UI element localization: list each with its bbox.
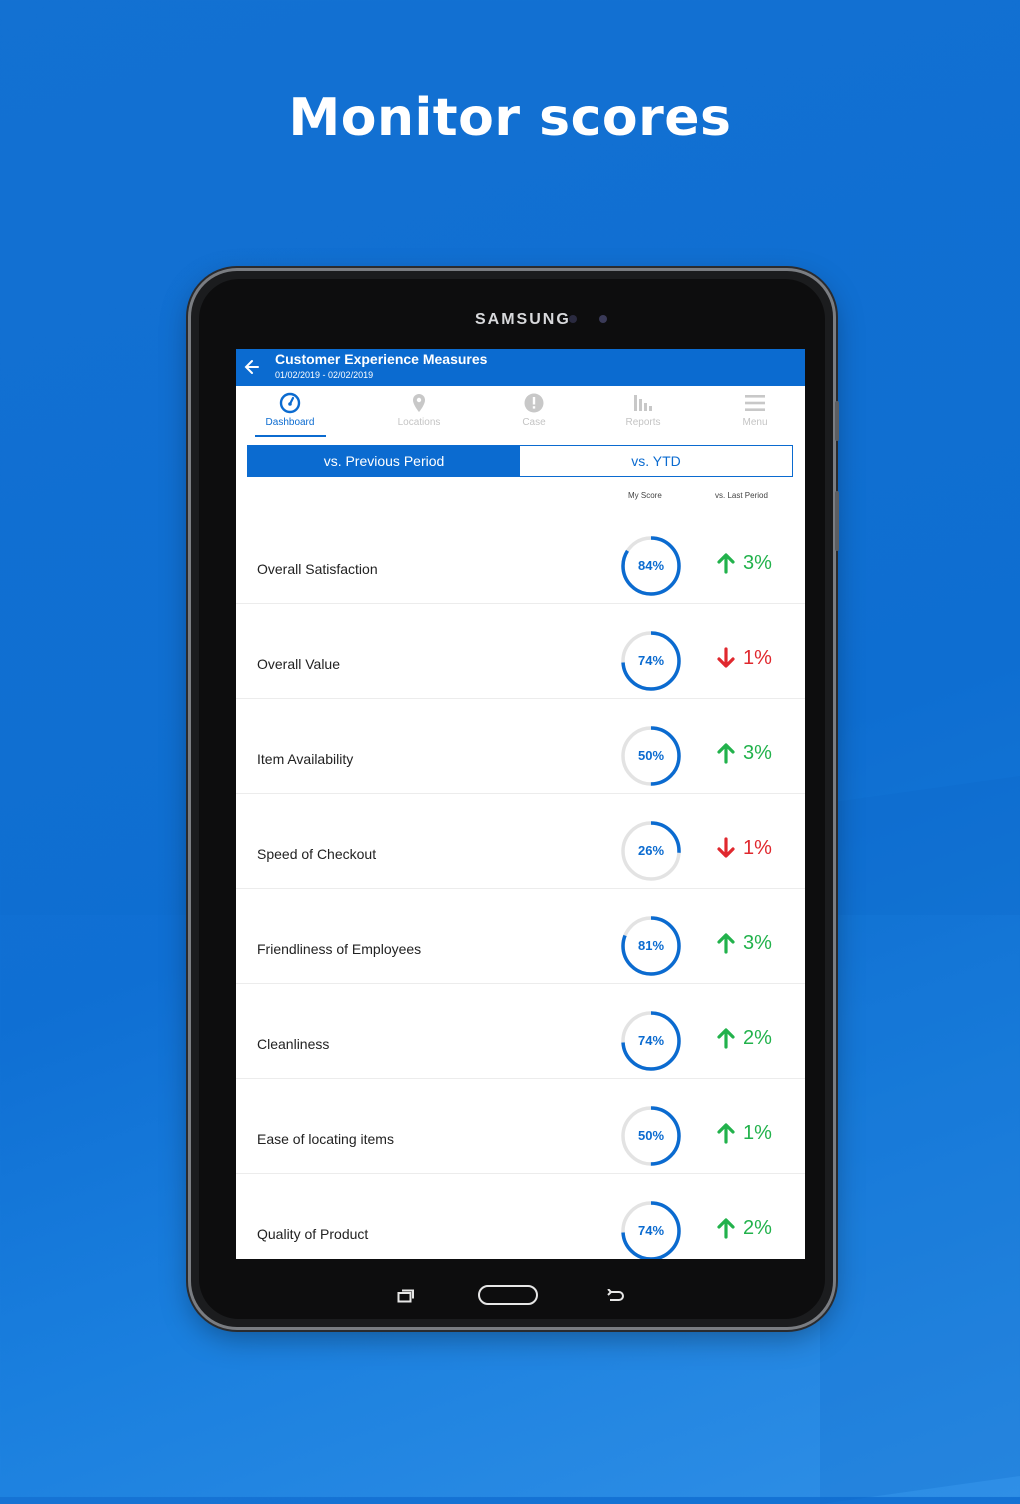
score-value: 81% [637,938,665,953]
measure-row[interactable]: Friendliness of Employees 81% 3% [236,889,805,984]
measure-label: Cleanliness [257,1036,330,1052]
measure-row[interactable]: Item Availability 50% 3% [236,699,805,794]
tab-dashboard[interactable]: Dashboard [245,392,335,428]
measure-label: Quality of Product [257,1226,369,1242]
recent-apps-icon[interactable] [397,1289,415,1303]
change-indicator: 1% [717,836,772,860]
score-value: 84% [637,558,665,573]
change-value: 1% [743,1121,772,1144]
hamburger-icon [745,395,765,411]
measure-label: Ease of locating items [257,1131,394,1147]
measure-row[interactable]: Ease of locating items 50% 1% [236,1079,805,1174]
measure-row[interactable]: Overall Value 74% 1% [236,604,805,699]
toggle-previous-period[interactable]: vs. Previous Period [248,446,520,476]
measure-label: Overall Satisfaction [257,561,378,577]
change-value: 1% [743,836,772,859]
change-indicator: 2% [717,1216,772,1240]
score-value: 74% [637,1033,665,1048]
measure-row[interactable]: Overall Satisfaction 84% 3% [236,509,805,604]
bar-chart-icon [634,395,652,411]
arrow-up-icon [717,1028,735,1049]
promo-headline: Monitor scores [288,88,732,148]
tab-label: Case [522,417,546,428]
measures-list: Overall Satisfaction 84% 3% Overall Value 74… [236,509,805,1259]
change-indicator: 1% [717,1121,772,1145]
arrow-up-icon [717,933,735,954]
arrow-up-icon [717,743,735,764]
front-camera-icon [599,315,607,323]
change-value: 2% [743,1026,772,1049]
back-arrow-icon[interactable] [242,357,262,377]
tab-label: Menu [742,417,768,428]
change-value: 1% [743,646,772,669]
measure-row[interactable]: Quality of Product 74% 2% [236,1174,805,1259]
location-pin-icon [413,394,425,412]
score-value: 74% [637,1223,665,1238]
date-range: 01/02/2019 - 02/02/2019 [275,370,374,380]
measure-label: Friendliness of Employees [257,941,422,957]
tab-label: Dashboard [265,417,315,428]
arrow-up-icon [717,553,735,574]
dashboard-gauge-icon [279,392,301,414]
column-header-change: vs. Last Period [715,491,768,500]
measure-row[interactable]: Cleanliness 74% 2% [236,984,805,1079]
measure-row[interactable]: Speed of Checkout 26% 1% [236,794,805,889]
measure-label: Item Availability [257,751,354,767]
toggle-ytd[interactable]: vs. YTD [520,446,792,476]
app-bar: Customer Experience Measures 01/02/2019 … [236,349,805,386]
score-value: 26% [637,843,665,858]
alert-icon [524,393,544,413]
arrow-down-icon [717,647,735,668]
change-value: 2% [743,1216,772,1239]
background-accent [820,775,1020,1504]
column-header-score: My Score [628,491,662,500]
tablet-bezel: SAMSUNG Customer Experience Measures 01/… [199,279,825,1319]
tab-label: Locations [397,417,441,428]
score-value: 50% [637,1128,665,1143]
tab-locations[interactable]: Locations [374,392,464,428]
arrow-up-icon [717,1123,735,1144]
tab-bar: Dashboard Locations Case Reports Menu [236,386,805,438]
power-button [835,491,839,551]
app-screen: Customer Experience Measures 01/02/2019 … [236,349,805,1259]
measure-label: Overall Value [257,656,341,672]
change-indicator: 3% [717,741,772,765]
change-value: 3% [743,551,772,574]
change-indicator: 1% [717,646,772,670]
sensor-icon [569,315,577,323]
change-indicator: 3% [717,551,772,575]
tablet-device: SAMSUNG Customer Experience Measures 01/… [191,271,839,1327]
system-nav-bar [199,1279,825,1315]
back-icon[interactable] [605,1289,625,1303]
active-tab-indicator [255,435,326,437]
change-value: 3% [743,741,772,764]
change-value: 3% [743,931,772,954]
device-brand: SAMSUNG [475,311,571,328]
arrow-down-icon [717,837,735,858]
period-toggle: vs. Previous Period vs. YTD [247,445,793,477]
measure-label: Speed of Checkout [257,846,377,862]
volume-button [835,401,839,441]
home-button[interactable] [478,1285,538,1305]
change-indicator: 2% [717,1026,772,1050]
change-indicator: 3% [717,931,772,955]
tab-reports[interactable]: Reports [598,392,688,428]
tab-menu[interactable]: Menu [710,392,800,428]
tab-label: Reports [625,417,661,428]
app-title: Customer Experience Measures [275,351,488,367]
tab-case[interactable]: Case [489,392,579,428]
arrow-up-icon [717,1218,735,1239]
score-value: 74% [637,653,665,668]
score-value: 50% [637,748,665,763]
